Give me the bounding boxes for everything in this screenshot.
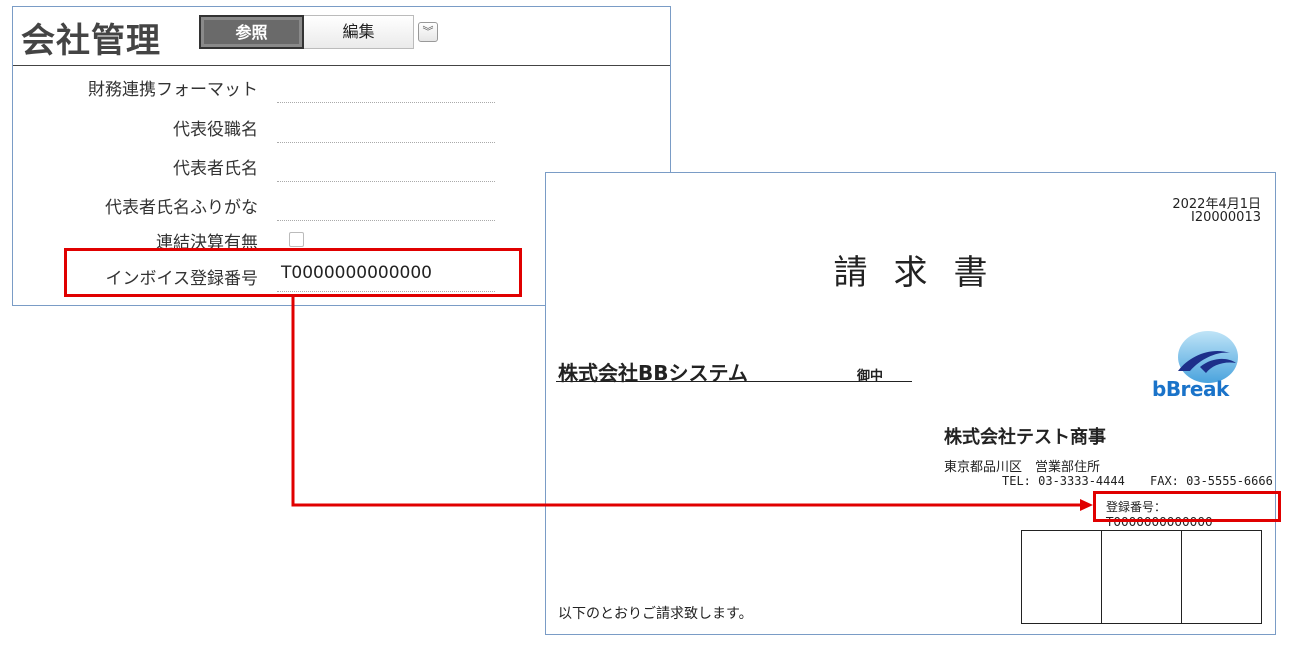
field-label: 財務連携フォーマット [88, 80, 258, 100]
issuer-fax: FAX: 03-5555-6666 [1150, 474, 1273, 488]
logo-text: bBreak [1152, 377, 1229, 401]
stamp-cell [1022, 531, 1102, 623]
tab-edit[interactable]: 編集 [304, 15, 414, 49]
panel-header: 会社管理 参照 編集 ︾ [13, 7, 670, 66]
invoice-note: 以下のとおりご請求致します。 [558, 606, 753, 622]
field-underline [277, 142, 495, 143]
double-chevron-down-icon[interactable]: ︾ [418, 22, 438, 42]
invoice-title: 請求書 [833, 253, 1014, 293]
highlight-box-invoice-field [64, 248, 522, 297]
issuer-tel: TEL: 03-3333-4444 [1002, 474, 1125, 488]
tab-view[interactable]: 参照 [199, 15, 304, 49]
issuer-address: 東京都品川区 営業部住所 [944, 460, 1101, 475]
field-underline [277, 102, 495, 103]
consolidated-checkbox[interactable] [289, 232, 304, 247]
stamp-cell [1182, 531, 1261, 623]
page-title: 会社管理 [21, 21, 161, 61]
invoice-document: 2022年4月1日 I20000013 請求書 株式会社BBシステム 御中 bB… [545, 172, 1276, 635]
field-row-representative-title: 代表役職名 [13, 109, 670, 147]
client-underline [556, 381, 912, 382]
field-underline [277, 220, 495, 221]
field-row-financial-format: 財務連携フォーマット [13, 69, 670, 107]
approval-stamp-box [1021, 530, 1262, 624]
field-label: 代表役職名 [173, 120, 258, 140]
field-label: 代表者氏名 [173, 159, 258, 179]
invoice-number: I20000013 [1190, 210, 1261, 225]
issuer-company-name: 株式会社テスト商事 [944, 427, 1106, 448]
highlight-box-registration-number [1093, 491, 1281, 522]
field-label: 代表者氏名ふりがな [105, 198, 258, 218]
stamp-cell [1102, 531, 1182, 623]
field-underline [277, 181, 495, 182]
